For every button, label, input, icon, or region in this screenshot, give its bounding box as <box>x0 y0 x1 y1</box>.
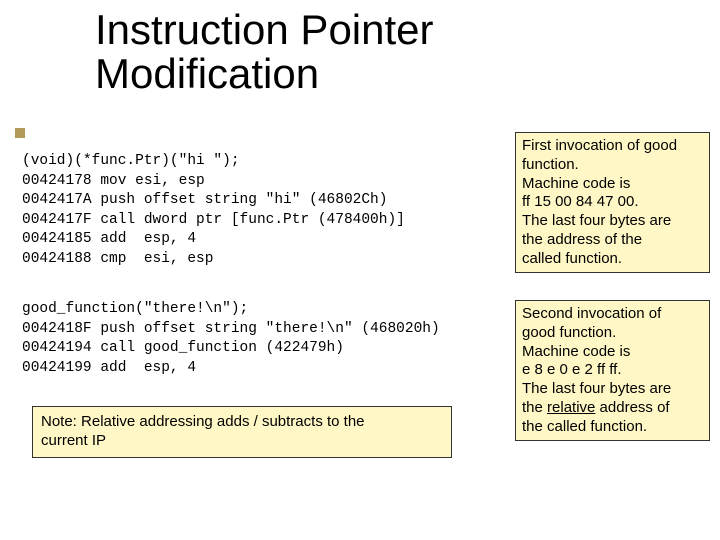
annot2-line: Machine code is <box>522 343 630 360</box>
annot2-line: e 8 e 0 e 2 ff ff. <box>522 361 622 378</box>
annotation-box-2: Second invocation of good function. Mach… <box>515 300 710 441</box>
annot1-line: called function. <box>522 250 622 267</box>
annot2-relative-underline: relative <box>547 399 595 416</box>
annot1-line: First invocation of good <box>522 137 677 154</box>
annot2-line: the called function. <box>522 418 647 435</box>
annot2-line: The last four bytes are <box>522 380 671 397</box>
title-line-1: Instruction Pointer <box>95 6 434 53</box>
annot1-line: function. <box>522 156 579 173</box>
slide-title: Instruction Pointer Modification <box>95 8 434 96</box>
code-block-1: (void)(*func.Ptr)("hi "); 00424178 mov e… <box>22 152 405 269</box>
annot1-line: Machine code is <box>522 175 630 192</box>
annot1-line: ff 15 00 84 47 00. <box>522 193 639 210</box>
annot2-line: the <box>522 399 547 416</box>
annot2-line: good function. <box>522 324 616 341</box>
annot1-line: The last four bytes are <box>522 212 671 229</box>
annot3-line: current IP <box>41 432 106 449</box>
title-line-2: Modification <box>95 50 319 97</box>
annot2-line: address of <box>595 399 669 416</box>
annot2-line: Second invocation of <box>522 305 661 322</box>
annot1-line: the address of the <box>522 231 642 248</box>
code-block-2: good_function("there!\n"); 0042418F push… <box>22 300 440 378</box>
annotation-box-3: Note: Relative addressing adds / subtrac… <box>32 406 452 458</box>
annotation-box-1: First invocation of good function. Machi… <box>515 132 710 273</box>
bullet-marker <box>15 128 25 138</box>
annot3-line: Note: Relative addressing adds / subtrac… <box>41 413 365 430</box>
